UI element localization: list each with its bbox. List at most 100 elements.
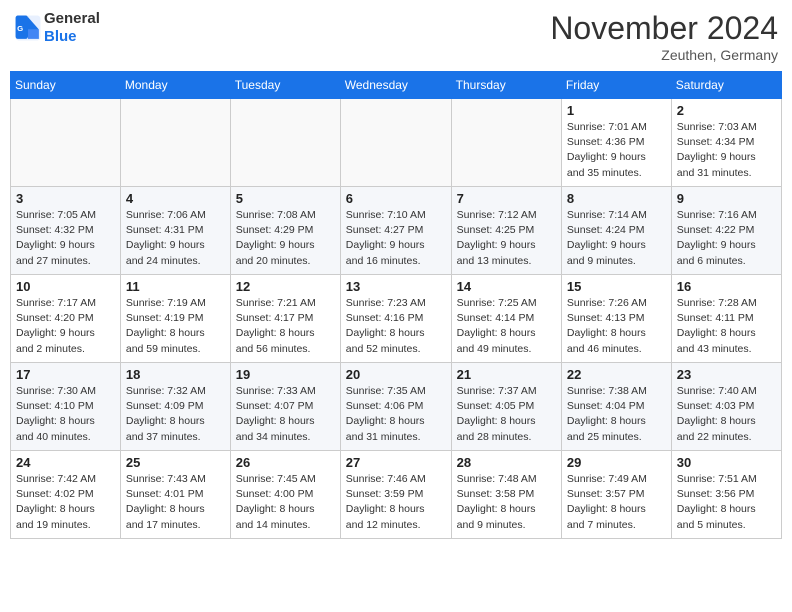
- day-detail: Sunrise: 7:23 AM Sunset: 4:16 PM Dayligh…: [346, 296, 446, 357]
- day-detail: Sunrise: 7:45 AM Sunset: 4:00 PM Dayligh…: [236, 472, 335, 533]
- weekday-header-monday: Monday: [120, 72, 230, 99]
- week-row-3: 10Sunrise: 7:17 AM Sunset: 4:20 PM Dayli…: [11, 275, 782, 363]
- day-number: 11: [126, 279, 225, 294]
- day-detail: Sunrise: 7:12 AM Sunset: 4:25 PM Dayligh…: [457, 208, 556, 269]
- svg-text:G: G: [17, 24, 23, 33]
- day-detail: Sunrise: 7:32 AM Sunset: 4:09 PM Dayligh…: [126, 384, 225, 445]
- day-number: 22: [567, 367, 666, 382]
- weekday-header-wednesday: Wednesday: [340, 72, 451, 99]
- calendar-cell: [230, 99, 340, 187]
- day-detail: Sunrise: 7:40 AM Sunset: 4:03 PM Dayligh…: [677, 384, 776, 445]
- week-row-1: 1Sunrise: 7:01 AM Sunset: 4:36 PM Daylig…: [11, 99, 782, 187]
- logo-text: General Blue: [44, 10, 100, 46]
- calendar-cell: 5 Sunrise: 7:08 AM Sunset: 4:29 PM Daylig…: [230, 187, 340, 275]
- day-number: 19: [236, 367, 335, 382]
- day-detail: Sunrise: 7:17 AM Sunset: 4:20 PM Dayligh…: [16, 296, 115, 357]
- week-row-5: 24 Sunrise: 7:42 AM Sunset: 4:02 PM Dayli…: [11, 451, 782, 539]
- day-detail: Sunrise: 7:35 AM Sunset: 4:06 PM Dayligh…: [346, 384, 446, 445]
- logo: G General Blue: [14, 10, 100, 46]
- calendar-cell: [451, 99, 561, 187]
- calendar-cell: 20 Sunrise: 7:35 AM Sunset: 4:06 PM Dayli…: [340, 363, 451, 451]
- day-number: 24: [16, 455, 115, 470]
- day-number: 29: [567, 455, 666, 470]
- day-detail: Sunrise: 7:08 AM Sunset: 4:29 PM Dayligh…: [236, 208, 335, 269]
- day-detail: Sunrise: 7:30 AM Sunset: 4:10 PM Dayligh…: [16, 384, 115, 445]
- calendar-cell: 30Sunrise: 7:51 AM Sunset: 3:56 PM Dayli…: [671, 451, 781, 539]
- day-number: 18: [126, 367, 225, 382]
- week-row-2: 3 Sunrise: 7:05 AM Sunset: 4:32 PM Daylig…: [11, 187, 782, 275]
- day-number: 17: [16, 367, 115, 382]
- calendar-cell: 28 Sunrise: 7:48 AM Sunset: 3:58 PM Dayli…: [451, 451, 561, 539]
- calendar-cell: 27 Sunrise: 7:46 AM Sunset: 3:59 PM Dayli…: [340, 451, 451, 539]
- day-number: 4: [126, 191, 225, 206]
- day-detail: Sunrise: 7:37 AM Sunset: 4:05 PM Dayligh…: [457, 384, 556, 445]
- weekday-header-friday: Friday: [561, 72, 671, 99]
- calendar-cell: 13Sunrise: 7:23 AM Sunset: 4:16 PM Dayli…: [340, 275, 451, 363]
- calendar-cell: 10Sunrise: 7:17 AM Sunset: 4:20 PM Dayli…: [11, 275, 121, 363]
- calendar-cell: [340, 99, 451, 187]
- day-number: 28: [457, 455, 556, 470]
- calendar-cell: 24 Sunrise: 7:42 AM Sunset: 4:02 PM Dayli…: [11, 451, 121, 539]
- calendar-cell: 16Sunrise: 7:28 AM Sunset: 4:11 PM Dayli…: [671, 275, 781, 363]
- day-number: 26: [236, 455, 335, 470]
- calendar-cell: [11, 99, 121, 187]
- day-number: 25: [126, 455, 225, 470]
- calendar-cell: 22 Sunrise: 7:38 AM Sunset: 4:04 PM Dayli…: [561, 363, 671, 451]
- page-header: G General Blue November 2024 Zeuthen, Ge…: [10, 10, 782, 63]
- calendar-cell: 1Sunrise: 7:01 AM Sunset: 4:36 PM Daylig…: [561, 99, 671, 187]
- day-detail: Sunrise: 7:06 AM Sunset: 4:31 PM Dayligh…: [126, 208, 225, 269]
- calendar-cell: 18 Sunrise: 7:32 AM Sunset: 4:09 PM Dayli…: [120, 363, 230, 451]
- day-number: 27: [346, 455, 446, 470]
- day-number: 14: [457, 279, 556, 294]
- day-detail: Sunrise: 7:26 AM Sunset: 4:13 PM Dayligh…: [567, 296, 666, 357]
- day-detail: Sunrise: 7:19 AM Sunset: 4:19 PM Dayligh…: [126, 296, 225, 357]
- day-detail: Sunrise: 7:49 AM Sunset: 3:57 PM Dayligh…: [567, 472, 666, 533]
- day-number: 9: [677, 191, 776, 206]
- day-number: 12: [236, 279, 335, 294]
- day-detail: Sunrise: 7:43 AM Sunset: 4:01 PM Dayligh…: [126, 472, 225, 533]
- day-number: 2: [677, 103, 776, 118]
- calendar-cell: 25 Sunrise: 7:43 AM Sunset: 4:01 PM Dayli…: [120, 451, 230, 539]
- calendar-cell: 8 Sunrise: 7:14 AM Sunset: 4:24 PM Daylig…: [561, 187, 671, 275]
- day-detail: Sunrise: 7:42 AM Sunset: 4:02 PM Dayligh…: [16, 472, 115, 533]
- day-detail: Sunrise: 7:05 AM Sunset: 4:32 PM Dayligh…: [16, 208, 115, 269]
- day-number: 7: [457, 191, 556, 206]
- weekday-header-saturday: Saturday: [671, 72, 781, 99]
- location: Zeuthen, Germany: [550, 47, 778, 63]
- month-title: November 2024: [550, 10, 778, 47]
- calendar-cell: 12 Sunrise: 7:21 AM Sunset: 4:17 PM Dayli…: [230, 275, 340, 363]
- day-detail: Sunrise: 7:38 AM Sunset: 4:04 PM Dayligh…: [567, 384, 666, 445]
- day-number: 8: [567, 191, 666, 206]
- day-detail: Sunrise: 7:14 AM Sunset: 4:24 PM Dayligh…: [567, 208, 666, 269]
- calendar-cell: 26 Sunrise: 7:45 AM Sunset: 4:00 PM Dayli…: [230, 451, 340, 539]
- week-row-4: 17 Sunrise: 7:30 AM Sunset: 4:10 PM Dayli…: [11, 363, 782, 451]
- weekday-header-sunday: Sunday: [11, 72, 121, 99]
- calendar-cell: [120, 99, 230, 187]
- weekday-header-thursday: Thursday: [451, 72, 561, 99]
- day-number: 5: [236, 191, 335, 206]
- day-detail: Sunrise: 7:28 AM Sunset: 4:11 PM Dayligh…: [677, 296, 776, 357]
- day-detail: Sunrise: 7:46 AM Sunset: 3:59 PM Dayligh…: [346, 472, 446, 533]
- day-detail: Sunrise: 7:21 AM Sunset: 4:17 PM Dayligh…: [236, 296, 335, 357]
- weekday-header-row: SundayMondayTuesdayWednesdayThursdayFrid…: [11, 72, 782, 99]
- calendar-cell: 29 Sunrise: 7:49 AM Sunset: 3:57 PM Dayli…: [561, 451, 671, 539]
- calendar-cell: 21 Sunrise: 7:37 AM Sunset: 4:05 PM Dayli…: [451, 363, 561, 451]
- calendar-cell: 14Sunrise: 7:25 AM Sunset: 4:14 PM Dayli…: [451, 275, 561, 363]
- day-number: 30: [677, 455, 776, 470]
- calendar-cell: 23Sunrise: 7:40 AM Sunset: 4:03 PM Dayli…: [671, 363, 781, 451]
- day-number: 1: [567, 103, 666, 118]
- day-number: 20: [346, 367, 446, 382]
- calendar-table: SundayMondayTuesdayWednesdayThursdayFrid…: [10, 71, 782, 539]
- calendar-cell: 6Sunrise: 7:10 AM Sunset: 4:27 PM Daylig…: [340, 187, 451, 275]
- calendar-cell: 3 Sunrise: 7:05 AM Sunset: 4:32 PM Daylig…: [11, 187, 121, 275]
- calendar-cell: 4 Sunrise: 7:06 AM Sunset: 4:31 PM Daylig…: [120, 187, 230, 275]
- calendar-cell: 17 Sunrise: 7:30 AM Sunset: 4:10 PM Dayli…: [11, 363, 121, 451]
- day-detail: Sunrise: 7:48 AM Sunset: 3:58 PM Dayligh…: [457, 472, 556, 533]
- calendar-cell: 15Sunrise: 7:26 AM Sunset: 4:13 PM Dayli…: [561, 275, 671, 363]
- calendar-cell: 7 Sunrise: 7:12 AM Sunset: 4:25 PM Daylig…: [451, 187, 561, 275]
- day-detail: Sunrise: 7:03 AM Sunset: 4:34 PM Dayligh…: [677, 120, 776, 181]
- calendar-cell: 2 Sunrise: 7:03 AM Sunset: 4:34 PM Daylig…: [671, 99, 781, 187]
- day-number: 21: [457, 367, 556, 382]
- day-number: 3: [16, 191, 115, 206]
- weekday-header-tuesday: Tuesday: [230, 72, 340, 99]
